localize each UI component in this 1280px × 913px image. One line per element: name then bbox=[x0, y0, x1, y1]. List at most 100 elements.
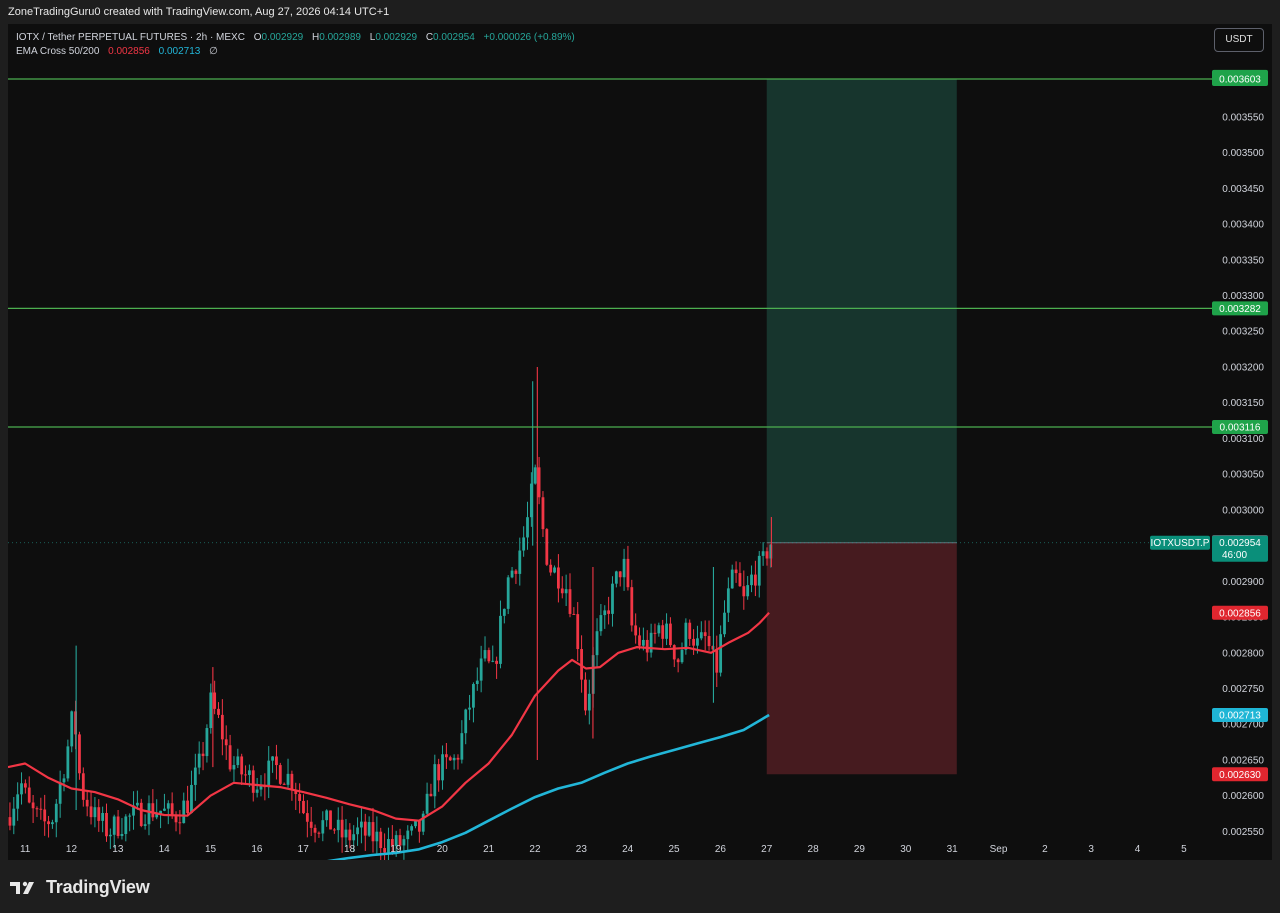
x-tick-label: 24 bbox=[622, 844, 634, 855]
y-tick-label: 0.002600 bbox=[1222, 791, 1264, 802]
candle-body bbox=[62, 778, 66, 783]
candle-body bbox=[549, 564, 553, 573]
candle-body bbox=[661, 625, 665, 639]
candle-body bbox=[684, 622, 688, 650]
candle-body bbox=[128, 815, 132, 817]
candle-body bbox=[568, 589, 572, 614]
candle-body bbox=[97, 807, 101, 821]
candle-body bbox=[406, 830, 410, 840]
candle-body bbox=[483, 650, 487, 659]
candle-body bbox=[313, 827, 317, 833]
y-tick-label: 0.003400 bbox=[1222, 220, 1264, 231]
change-value: +0.000026 (+0.89%) bbox=[483, 32, 575, 43]
candle-body bbox=[375, 831, 379, 842]
candles bbox=[8, 366, 773, 860]
candle-body bbox=[557, 567, 560, 589]
candle-body bbox=[8, 817, 12, 826]
candle-body bbox=[120, 833, 124, 836]
stop-zone bbox=[766, 542, 957, 775]
candle-body bbox=[676, 659, 680, 663]
x-tick-label: 16 bbox=[251, 844, 263, 855]
candle-body bbox=[305, 813, 309, 822]
candle-body bbox=[248, 770, 251, 775]
candle-body bbox=[595, 631, 599, 656]
candle-body bbox=[537, 467, 541, 498]
candle-body bbox=[699, 632, 703, 639]
candle-body bbox=[20, 783, 23, 795]
candle-body bbox=[58, 782, 62, 804]
x-tick-label: 12 bbox=[66, 844, 78, 855]
candle-body bbox=[468, 707, 471, 710]
candle-body bbox=[356, 827, 359, 835]
candle-body bbox=[209, 692, 213, 729]
candle-body bbox=[649, 632, 653, 653]
candle-body bbox=[163, 808, 166, 811]
x-tick-label: 11 bbox=[20, 844, 31, 855]
candle-body bbox=[186, 800, 190, 814]
candle-body bbox=[228, 745, 232, 770]
price-label-text: 0.003603 bbox=[1219, 75, 1261, 86]
candle-body bbox=[614, 571, 618, 584]
candle-body bbox=[475, 680, 479, 685]
candle-body bbox=[599, 615, 603, 632]
candle-body bbox=[518, 550, 522, 574]
empty-set-icon: ∅ bbox=[209, 46, 218, 57]
ema50-line bbox=[8, 612, 770, 822]
x-tick-label: 4 bbox=[1135, 844, 1141, 855]
candle-body bbox=[742, 586, 746, 597]
high-value: 0.002989 bbox=[319, 32, 361, 43]
x-tick-label: 13 bbox=[112, 844, 124, 855]
price-chart[interactable]: 0.0025500.0026000.0026500.0027000.002750… bbox=[0, 0, 1280, 913]
candle-body bbox=[622, 558, 626, 578]
candle-body bbox=[213, 692, 217, 709]
candle-body bbox=[360, 821, 363, 828]
price-label-text: 0.002630 bbox=[1219, 770, 1261, 781]
candle-body bbox=[348, 829, 352, 841]
tradingview-brand: TradingView bbox=[46, 877, 150, 897]
candle-body bbox=[510, 570, 514, 578]
candle-body bbox=[340, 819, 344, 838]
chart-legend: IOTX / Tether PERPETUAL FUTURES · 2h · M… bbox=[16, 31, 575, 59]
candle-body bbox=[750, 574, 753, 586]
candle-body bbox=[746, 585, 750, 597]
candle-body bbox=[66, 746, 70, 779]
x-tick-label: Sep bbox=[990, 844, 1008, 855]
candle-body bbox=[205, 728, 209, 757]
candle-body bbox=[147, 803, 151, 825]
ema50-value: 0.002856 bbox=[108, 46, 150, 57]
candle-body bbox=[452, 757, 456, 761]
y-tick-label: 0.003250 bbox=[1222, 327, 1264, 338]
candle-body bbox=[638, 635, 641, 646]
candle-body bbox=[329, 810, 332, 830]
currency-button[interactable]: USDT bbox=[1214, 28, 1264, 52]
candle-body bbox=[332, 829, 336, 831]
candle-body bbox=[441, 754, 444, 781]
ema200-value: 0.002713 bbox=[158, 46, 201, 57]
candle-body bbox=[124, 816, 128, 834]
candle-body bbox=[240, 756, 244, 775]
x-tick-label: 20 bbox=[437, 844, 449, 855]
x-tick-label: 27 bbox=[761, 844, 773, 855]
indicator-row[interactable]: EMA Cross 50/200 0.002856 0.002713 ∅ bbox=[16, 45, 575, 59]
candle-body bbox=[383, 848, 386, 853]
candle-body bbox=[607, 610, 611, 614]
candle-body bbox=[232, 765, 236, 770]
candle-body bbox=[267, 760, 271, 788]
candle-body bbox=[16, 794, 20, 809]
candle-body bbox=[12, 808, 16, 826]
tradingview-footer: TradingView bbox=[10, 877, 150, 898]
candle-body bbox=[514, 570, 518, 574]
candle-body bbox=[444, 754, 448, 758]
y-tick-label: 0.002750 bbox=[1222, 684, 1264, 695]
candle-body bbox=[506, 577, 510, 609]
candle-body bbox=[139, 802, 143, 826]
tradingview-logo-icon bbox=[10, 881, 34, 894]
candle-body bbox=[379, 831, 383, 849]
candle-body bbox=[336, 819, 340, 831]
y-tick-label: 0.003050 bbox=[1222, 470, 1264, 481]
candle-body bbox=[278, 765, 282, 784]
candle-body bbox=[166, 803, 170, 809]
x-tick-label: 28 bbox=[808, 844, 820, 855]
target-zone bbox=[766, 79, 957, 543]
candle-body bbox=[460, 733, 464, 760]
